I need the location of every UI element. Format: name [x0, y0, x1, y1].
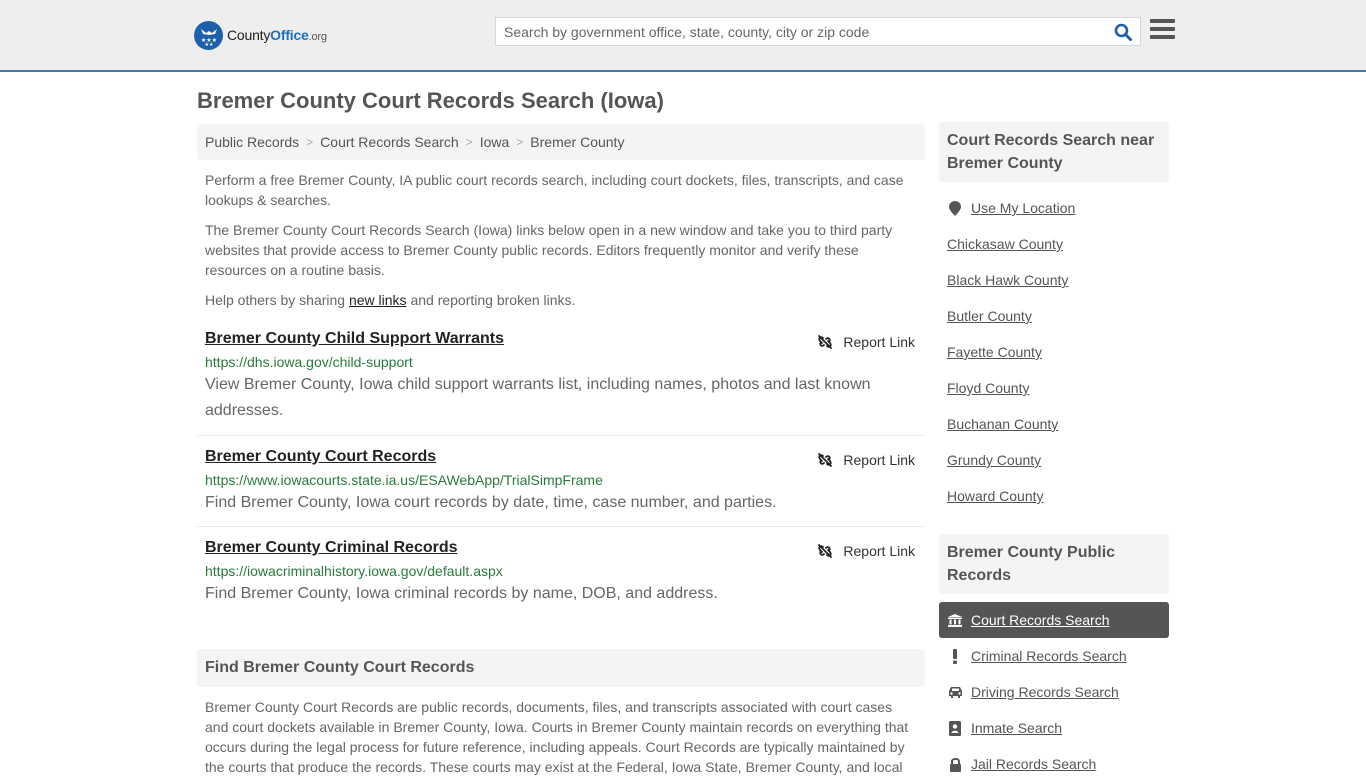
main-content: Public Records > Court Records Search > … [197, 124, 925, 777]
county-link-butler[interactable]: Butler County [947, 308, 1032, 324]
county-link-black-hawk[interactable]: Black Hawk County [947, 272, 1068, 288]
inmate-search-link[interactable]: Inmate Search [971, 720, 1062, 736]
report-link-button[interactable]: Report Link [817, 543, 915, 559]
courthouse-icon [947, 613, 963, 627]
record-description: View Bremer County, Iowa child support w… [205, 376, 871, 419]
nearby-heading: Court Records Search near Bremer County [939, 122, 1169, 182]
county-link-grundy[interactable]: Grundy County [947, 452, 1041, 468]
new-links-link[interactable]: new links [349, 292, 407, 308]
public-records-list: Court Records Search Criminal Records Se… [939, 602, 1169, 782]
report-link-button[interactable]: Report Link [817, 334, 915, 350]
search-icon[interactable] [1112, 21, 1134, 43]
nearby-county-item[interactable]: Howard County [939, 478, 1169, 514]
nearby-county-item[interactable]: Chickasaw County [939, 226, 1169, 262]
record-item: Bremer County Court Records https://www.… [197, 436, 925, 527]
car-icon [947, 686, 963, 698]
broken-link-icon [817, 543, 833, 559]
driving-records-search-link[interactable]: Driving Records Search [971, 684, 1119, 700]
eagle-stars-logo-icon: ★★★ ★★ [194, 20, 223, 50]
use-my-location-item[interactable]: Use My Location [939, 190, 1169, 226]
county-link-floyd[interactable]: Floyd County [947, 380, 1029, 396]
record-title-link[interactable]: Bremer County Child Support Warrants [205, 328, 504, 350]
breadcrumb-public-records[interactable]: Public Records [205, 134, 299, 150]
county-link-howard[interactable]: Howard County [947, 488, 1044, 504]
jail-records-search-link[interactable]: Jail Records Search [971, 756, 1096, 772]
county-link-chickasaw[interactable]: Chickasaw County [947, 236, 1063, 252]
site-logo-text: CountyOffice.org [227, 27, 327, 43]
hamburger-menu-icon[interactable] [1150, 19, 1175, 42]
public-records-heading: Bremer County Public Records [939, 534, 1169, 594]
public-records-item-inmate-search[interactable]: Inmate Search [939, 710, 1169, 746]
record-url: https://www.iowacourts.state.ia.us/ESAWe… [205, 472, 603, 488]
public-records-item-criminal-records-search[interactable]: Criminal Records Search [939, 638, 1169, 674]
nearby-county-list: Use My Location Chickasaw County Black H… [939, 190, 1169, 514]
record-item: Bremer County Child Support Warrants htt… [197, 328, 925, 436]
site-header: ★★★ ★★ CountyOffice.org [0, 0, 1366, 72]
breadcrumb-court-records-search[interactable]: Court Records Search [320, 134, 459, 150]
court-records-search-link[interactable]: Court Records Search [971, 612, 1110, 628]
site-logo[interactable]: ★★★ ★★ CountyOffice.org [194, 20, 327, 50]
record-url: https://iowacriminalhistory.iowa.gov/def… [205, 563, 503, 579]
nearby-county-item[interactable]: Black Hawk County [939, 262, 1169, 298]
public-records-item-driving-records-search[interactable]: Driving Records Search [939, 674, 1169, 710]
site-search [495, 17, 1141, 46]
nearby-county-item[interactable]: Grundy County [939, 442, 1169, 478]
report-link-button[interactable]: Report Link [817, 452, 915, 468]
intro-paragraph-3: Help others by sharing new links and rep… [205, 292, 576, 308]
nearby-county-item[interactable]: Floyd County [939, 370, 1169, 406]
breadcrumb-separator: > [516, 135, 524, 149]
use-my-location-link[interactable]: Use My Location [971, 200, 1075, 216]
county-link-buchanan[interactable]: Buchanan County [947, 416, 1058, 432]
record-item: Bremer County Criminal Records https://i… [197, 527, 925, 649]
breadcrumb-bremer-county[interactable]: Bremer County [530, 134, 624, 150]
id-badge-icon [947, 720, 963, 736]
sidebar: Court Records Search near Bremer County … [939, 122, 1169, 782]
record-title-link[interactable]: Bremer County Court Records [205, 446, 436, 468]
breadcrumb-separator: > [306, 135, 314, 149]
intro-paragraph-1: Perform a free Bremer County, IA public … [205, 172, 904, 208]
record-url: https://dhs.iowa.gov/child-support [205, 354, 413, 370]
breadcrumb: Public Records > Court Records Search > … [197, 124, 925, 160]
breadcrumb-iowa[interactable]: Iowa [480, 134, 510, 150]
broken-link-icon [817, 452, 833, 468]
broken-link-icon [817, 334, 833, 350]
intro-paragraph-2: The Bremer County Court Records Search (… [205, 222, 893, 278]
find-records-heading: Find Bremer County Court Records [197, 649, 925, 687]
map-marker-icon [947, 200, 963, 216]
search-input[interactable] [496, 18, 1106, 45]
record-description: Find Bremer County, Iowa criminal record… [205, 585, 718, 602]
nearby-county-item[interactable]: Butler County [939, 298, 1169, 334]
county-link-fayette[interactable]: Fayette County [947, 344, 1042, 360]
nearby-county-item[interactable]: Fayette County [939, 334, 1169, 370]
nearby-county-item[interactable]: Buchanan County [939, 406, 1169, 442]
record-title-link[interactable]: Bremer County Criminal Records [205, 537, 458, 559]
breadcrumb-separator: > [465, 135, 473, 149]
exclamation-icon [947, 648, 963, 664]
svg-text:★★: ★★ [204, 42, 213, 46]
record-description: Find Bremer County, Iowa court records b… [205, 494, 777, 511]
public-records-item-court-records-search[interactable]: Court Records Search [939, 602, 1169, 638]
find-records-body: Bremer County Court Records are public r… [205, 699, 909, 775]
lock-icon [947, 757, 963, 772]
public-records-item-jail-records-search[interactable]: Jail Records Search [939, 746, 1169, 782]
page-title: Bremer County Court Records Search (Iowa… [197, 88, 664, 113]
intro-text: Perform a free Bremer County, IA public … [197, 170, 925, 310]
criminal-records-search-link[interactable]: Criminal Records Search [971, 648, 1127, 664]
